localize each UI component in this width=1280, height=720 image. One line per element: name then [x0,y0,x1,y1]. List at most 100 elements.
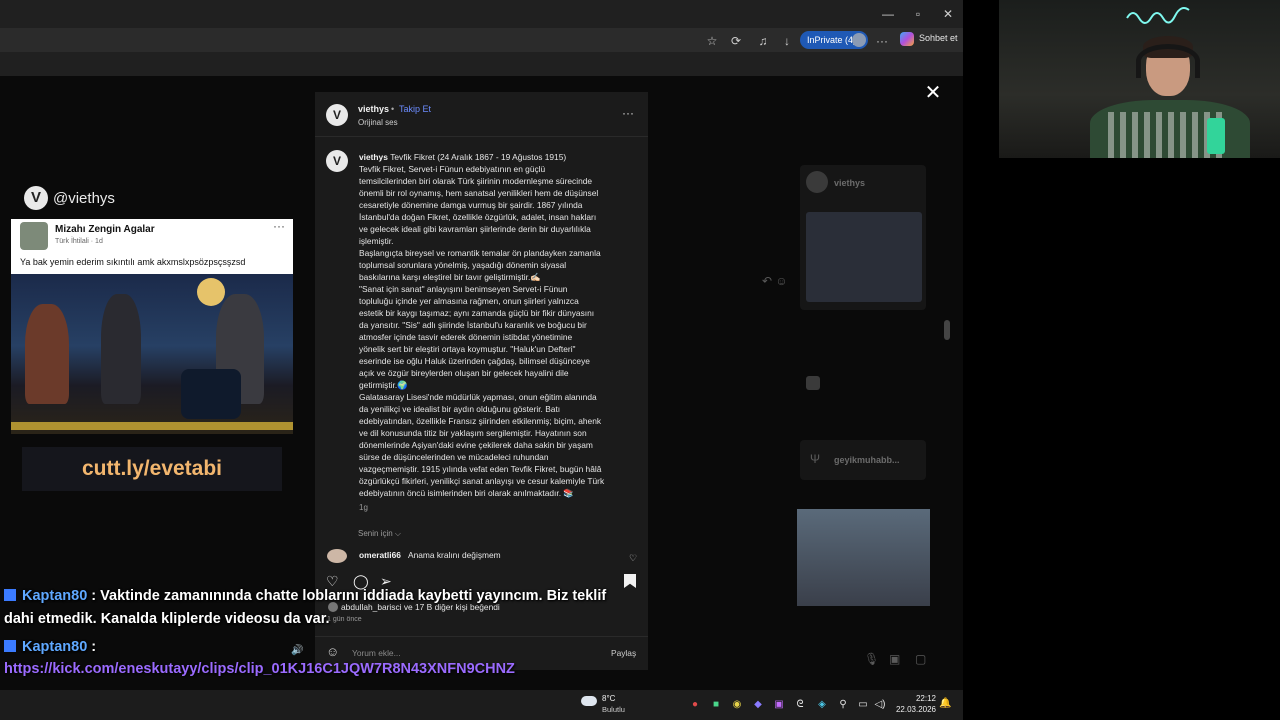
tweet-meta: Türk İhtilali · 1d [55,238,103,245]
profile-avatar [852,33,866,47]
more-icon[interactable]: ··· [873,33,891,49]
comment-input[interactable]: Yorum ekle... [352,648,401,658]
caption-line: ve gelecek ideali gibi kavramları şiirle… [359,224,591,234]
emoji-icon[interactable]: ☺ [326,644,339,659]
caption-line: toplumsal sorunlara yönelmiş, yaşadığı d… [359,260,567,270]
post-username[interactable]: viethys [358,104,389,114]
caption-line: getirmiştir.🌍 [359,380,408,390]
browser-window: — ▫ ✕ ☆ ⟳ ♫ ↓ InPrivate (4) ··· Sohbet e… [0,0,963,690]
cloud-icon[interactable] [581,696,597,706]
caption-line: işlemiştir. [359,236,394,246]
music-icon[interactable]: ♫ [754,33,772,49]
person [25,304,69,404]
logo-icon [197,278,225,306]
caption-line: özgürlükçü fikirleri, yenilikçi sanat an… [359,476,605,486]
scrollbar-thumb[interactable] [944,320,950,340]
mic-icon: 🎙 [864,652,880,666]
comment-avatar[interactable] [327,549,347,563]
led-strip [11,422,293,430]
sticker-icon: ▢ [915,652,927,666]
tweet-author: Mizahı Zengin Agalar [55,224,155,235]
reply-icon: ↶ ☺ [762,274,788,288]
chat-text: : [87,639,97,655]
play-icon [806,376,820,390]
post-comment-button[interactable]: Paylaş [611,648,636,658]
caption-line: vazgeçmemiştir. 1915 yılında vefat eden … [359,464,602,474]
avatar [806,171,828,193]
caption-line: İstanbul'da doğan Fikret, özellikle özgü… [359,212,597,222]
clock-time[interactable]: 22:12 [891,694,936,703]
divider [315,136,648,137]
chat-username: Kaptan80 [22,639,88,655]
comment-username[interactable]: omeratli66 [359,550,401,560]
weather-temp[interactable]: 8°C [602,694,615,703]
caption-line: dönemlerinde Aşiyan'daki evine çekilerek… [359,440,593,450]
channel-logo-icon: V [24,186,48,210]
copilot-icon[interactable] [900,32,914,46]
weather-desc[interactable]: Bulutlu [602,705,625,714]
caption-line: edebiyatının öncü isimlerinden biri olar… [359,488,574,498]
caption-avatar[interactable]: V [326,150,348,172]
post-age: 1 gün önce [327,616,362,623]
display-icon[interactable]: ▭ [856,698,870,712]
deer-icon: Ψ [810,452,821,466]
audio-label[interactable]: Orijinal ses [358,118,398,127]
tray-app-icon[interactable]: ᘓ [793,698,807,712]
tray-app-icon[interactable]: ◈ [815,698,829,712]
comment-text: Anama kralını değişmem [408,550,501,560]
channel-handle: @viethys [53,190,115,207]
sort-dropdown[interactable]: Senin için ⌵ [358,529,401,539]
inprivate-badge[interactable]: InPrivate (4) [800,31,868,49]
more-icon[interactable]: ··· [622,106,634,120]
caption-line: Galatasaray Lisesi'nde müdürlük yapması,… [359,392,597,402]
tray-app-icon[interactable]: ▣ [772,698,786,712]
maximize-icon[interactable]: ▫ [903,4,933,24]
profile-avatar[interactable]: V [326,104,348,126]
close-modal-icon[interactable]: ✕ [923,83,943,103]
chat-text: : Vaktinde zamanınında chatte loblarını … [87,588,607,604]
table [181,369,241,419]
speaker-icon: 🔊 [291,645,304,656]
caption-line: Başlangıçta bireysel ve romantik temalar… [359,248,601,258]
mic-icon[interactable]: ⚲ [836,698,850,712]
tray-app-icon[interactable]: ● [688,698,702,712]
more-icon: ··· [273,219,285,233]
tweet-text: Ya bak yemin ederim sıkıntılı amk akxmsl… [20,257,246,267]
caption-line: da yansıtır. "Sis" adlı şiirinde İstanbu… [359,320,587,330]
close-icon[interactable]: ✕ [933,4,963,24]
caption-text: Tevfik Fikret (24 Aralık 1867 - 19 Ağust… [390,152,567,162]
caption-line: edebiyatından, özellikle Fransız şiirind… [359,416,602,426]
caption-line: topluluğu içinde yer almasına rağmen, on… [359,296,579,306]
caption-line: atmosfer içinde tasvir ederek dönemin is… [359,332,573,342]
extensions-icon[interactable]: ⟳ [727,33,745,49]
copilot-label[interactable]: Sohbet et [919,33,958,43]
tweet-avatar [20,222,48,250]
caption-line: Tevfik Fikret, Servet-i Fünun edebiyatın… [359,164,546,174]
minimize-icon[interactable]: — [873,4,903,24]
follow-button[interactable]: Takip Et [399,104,431,114]
caption-line: estetik bir kaygı taşımaz; aynı zamanda … [359,308,595,318]
caption-line: cesaretiyle dönemine damga vurmuş bir şa… [359,200,583,210]
caption-line: ve dil konusunda titiz bir yaklaşım serg… [359,428,587,438]
caption-line: temsilcilerinden biri olarak Türk şiirin… [359,176,593,186]
tray-app-icon[interactable]: ■ [709,698,723,712]
clock-date[interactable]: 22.03.2026 [891,705,936,714]
download-icon[interactable]: ↓ [778,33,796,49]
comment-like-icon[interactable]: ♡ [629,553,637,564]
favorites-bar [0,52,963,76]
tray-app-icon[interactable]: ◆ [751,698,765,712]
tray-app-icon[interactable]: ◉ [730,698,744,712]
tweet-image [11,274,293,434]
bell-icon[interactable]: 🔔 [939,698,951,709]
chat-message: Kaptan80 : [4,639,96,655]
star-icon[interactable]: ☆ [703,33,721,49]
caption-line: viethys Tevfik Fikret (24 Aralık 1867 - … [359,151,629,163]
caption-line: önemli bir rol oynamış, hem sanatsal yen… [359,188,599,198]
neon-sign [1126,7,1190,24]
caption-time: 1g [359,503,368,512]
caption-line: eserinde ise oğlu Haluk üzerinden çağdaş… [359,356,590,366]
chat-badge-icon [4,640,16,652]
caption-username[interactable]: viethys [359,152,390,162]
caption-line: sürse de düşüncelerinden ve mücadeleci r… [359,452,549,462]
volume-icon[interactable]: ◁) [873,698,887,712]
